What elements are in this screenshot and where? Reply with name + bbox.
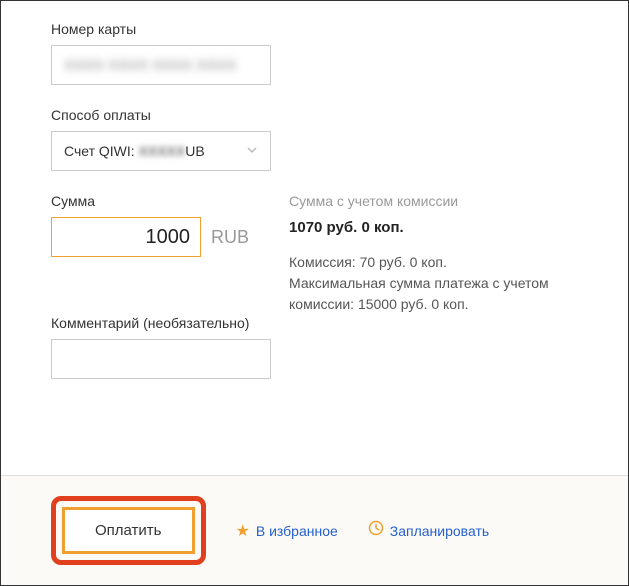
favorite-link[interactable]: ★ В избранное: [236, 521, 338, 541]
chevron-down-icon: [246, 143, 258, 159]
payment-form: Номер карты XXXX XXXX XXXX XXXX Способ о…: [1, 1, 628, 431]
total-value: 1070 руб. 0 коп.: [289, 219, 578, 236]
fee-commission: Комиссия: 70 руб. 0 коп.: [289, 252, 578, 273]
card-field: Номер карты XXXX XXXX XXXX XXXX: [51, 21, 578, 85]
card-label: Номер карты: [51, 21, 578, 37]
amount-label: Сумма: [51, 193, 249, 209]
total-label: Сумма с учетом комиссии: [289, 193, 578, 209]
amount-field: Сумма RUB: [51, 193, 249, 257]
schedule-link[interactable]: Запланировать: [368, 520, 489, 541]
currency-label: RUB: [211, 227, 249, 248]
payment-method-label: Способ оплаты: [51, 107, 578, 123]
footer-actions: Оплатить ★ В избранное Запланировать: [1, 475, 628, 585]
amount-input[interactable]: [51, 217, 201, 257]
pay-button-highlight: Оплатить: [51, 496, 206, 565]
comment-label: Комментарий (необязательно): [51, 315, 578, 331]
amount-row: Сумма RUB Сумма с учетом комиссии 1070 р…: [51, 193, 578, 315]
clock-icon: [368, 520, 384, 541]
fee-info: Комиссия: 70 руб. 0 коп. Максимальная су…: [289, 252, 578, 315]
comment-field: Комментарий (необязательно): [51, 315, 578, 379]
card-input[interactable]: XXXX XXXX XXXX XXXX: [51, 45, 271, 85]
amount-summary: Сумма с учетом комиссии 1070 руб. 0 коп.…: [289, 193, 578, 315]
payment-method-select[interactable]: Счет QIWI: XXXXXUB: [51, 131, 271, 171]
payment-method-field: Способ оплаты Счет QIWI: XXXXXUB: [51, 107, 578, 171]
fee-max: Максимальная сумма платежа с учетом коми…: [289, 273, 578, 315]
favorite-label: В избранное: [256, 523, 338, 539]
pay-button[interactable]: Оплатить: [62, 507, 195, 554]
star-icon: ★: [236, 521, 250, 541]
comment-input[interactable]: [51, 339, 271, 379]
card-masked-value: XXXX XXXX XXXX XXXX: [64, 57, 237, 74]
payment-method-value: Счет QIWI: XXXXXUB: [64, 143, 205, 159]
schedule-label: Запланировать: [390, 523, 489, 539]
